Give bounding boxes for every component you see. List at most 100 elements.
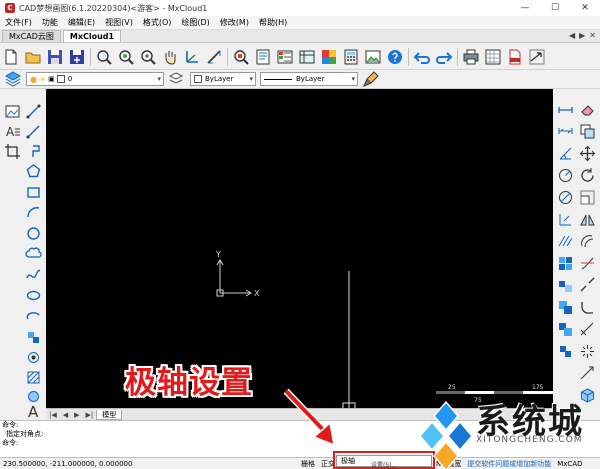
tool-extend[interactable] [555, 275, 575, 295]
pan-button[interactable] [160, 47, 180, 67]
tool-explode[interactable] [577, 341, 597, 361]
tab-mxcloud1[interactable]: MxCloud1 [62, 30, 122, 42]
new-file-button[interactable] [1, 47, 21, 67]
menu-file[interactable]: 文件(F) [0, 17, 37, 28]
menu-function[interactable]: 功能 [37, 17, 63, 28]
tool-rotate[interactable] [577, 165, 597, 185]
block-button[interactable] [297, 47, 317, 67]
layer-previous-button[interactable] [166, 69, 186, 89]
tool-image-insert[interactable] [2, 101, 22, 121]
tool-polyline[interactable] [23, 141, 43, 161]
first-layout-button[interactable]: |◀ [46, 411, 60, 419]
menu-modify[interactable]: 修改(M) [215, 17, 254, 28]
tool-copy[interactable] [577, 121, 597, 141]
ucs-button[interactable] [182, 47, 202, 67]
grid-toggle[interactable]: 栅格 [298, 459, 318, 469]
tool-array[interactable] [555, 253, 575, 273]
save-as-button[interactable] [67, 47, 87, 67]
tool-chamfer[interactable] [555, 297, 575, 317]
linetype-select[interactable]: ByLayer ▾ [260, 72, 358, 86]
tool-point[interactable] [23, 347, 43, 367]
zoom-extents-button[interactable] [231, 47, 251, 67]
tool-line[interactable] [23, 101, 43, 121]
tool-polygon[interactable] [23, 161, 43, 181]
calculator-button[interactable] [341, 47, 361, 67]
menu-draw[interactable]: 绘图(D) [176, 17, 214, 28]
tool-mtext[interactable]: A [2, 121, 22, 141]
tool-ellipse-arc[interactable] [23, 306, 43, 326]
menu-format[interactable]: 格式(O) [138, 17, 177, 28]
tool-rectangle[interactable] [23, 182, 43, 202]
drawing-canvas[interactable]: Y X 25 75 175 [46, 89, 553, 408]
color-select[interactable]: ByLayer ▾ [190, 72, 256, 86]
tab-mxcad-cloud[interactable]: MxCAD云图 [2, 30, 61, 42]
tool-table[interactable] [2, 141, 22, 161]
tab-next-button[interactable]: ▶ [579, 30, 585, 42]
tool-arc[interactable] [23, 202, 43, 222]
tool-move[interactable] [577, 143, 597, 163]
tool-scale[interactable] [577, 187, 597, 207]
menu-help[interactable]: 帮助(H) [254, 17, 292, 28]
tool-text[interactable]: A [23, 400, 43, 420]
callout-label: 极轴设置 [125, 365, 253, 401]
print-button[interactable] [461, 47, 481, 67]
layer-button[interactable] [3, 69, 23, 89]
tool-ray[interactable] [23, 121, 43, 141]
menu-edit[interactable]: 编辑(E) [63, 17, 100, 28]
distance-button[interactable] [204, 47, 224, 67]
export-pdf-button[interactable] [505, 47, 525, 67]
tool-stretch[interactable] [577, 319, 597, 339]
image-button[interactable] [363, 47, 383, 67]
mirror-icon [579, 214, 595, 225]
match-properties-button[interactable] [361, 69, 381, 89]
zoom-realtime-button[interactable] [116, 47, 136, 67]
help-button[interactable] [385, 47, 405, 67]
tool-dim-radius[interactable] [555, 165, 575, 185]
tool-erase[interactable] [577, 99, 597, 119]
tool-revcloud[interactable] [23, 243, 43, 263]
color-button[interactable] [319, 47, 339, 67]
prev-layout-button[interactable]: ◀ [60, 411, 71, 419]
tool-join[interactable] [555, 341, 575, 361]
tool-dim-aligned[interactable] [555, 121, 575, 141]
next-layout-button[interactable]: ▶ [71, 411, 82, 419]
tool-fillet[interactable] [577, 297, 597, 317]
tool-offset[interactable] [577, 231, 597, 251]
zoom-window-button[interactable] [94, 47, 114, 67]
tab-model[interactable]: 模型 [96, 409, 123, 420]
tab-prev-button[interactable]: ◀ [569, 30, 575, 42]
tool-ellipse[interactable] [23, 285, 43, 305]
redo-button[interactable] [434, 47, 454, 67]
tool-region[interactable] [555, 319, 575, 339]
layer-manager-button[interactable] [275, 47, 295, 67]
tab-close-button[interactable]: ✕ [589, 30, 596, 42]
properties-button[interactable] [253, 47, 273, 67]
maximize-button[interactable]: ☐ [540, 0, 570, 16]
tool-spline[interactable] [23, 264, 43, 284]
menu-view[interactable]: 视图(V) [100, 17, 138, 28]
minimize-button[interactable]: — [510, 0, 540, 16]
insert-block-icon [27, 331, 39, 343]
tool-dim-linear[interactable] [555, 99, 575, 119]
tool-break[interactable] [577, 275, 597, 295]
tool-pedit[interactable] [577, 363, 597, 383]
undo-button[interactable] [412, 47, 432, 67]
tool-insert-block[interactable] [23, 327, 43, 347]
tool-dim-diameter[interactable] [555, 187, 575, 207]
tool-circle[interactable] [23, 223, 43, 243]
last-layout-button[interactable]: ▶| [83, 411, 97, 419]
tool-trim[interactable] [577, 253, 597, 273]
eraser-icon [580, 104, 594, 115]
open-file-button[interactable] [23, 47, 43, 67]
tool-dim-baseline[interactable] [555, 231, 575, 251]
save-button[interactable] [45, 47, 65, 67]
tool-hatch[interactable] [23, 367, 43, 387]
plot-settings-button[interactable] [483, 47, 503, 67]
tool-dim-angular[interactable] [555, 143, 575, 163]
zoom-in-button[interactable] [138, 47, 158, 67]
share-button[interactable] [527, 47, 547, 67]
close-button[interactable]: ✕ [570, 0, 600, 16]
layer-select[interactable]: ● ☀ ▣ 0 ▾ [26, 72, 164, 86]
tool-dim-ordinate[interactable] [555, 209, 575, 229]
tool-mirror[interactable] [577, 209, 597, 229]
